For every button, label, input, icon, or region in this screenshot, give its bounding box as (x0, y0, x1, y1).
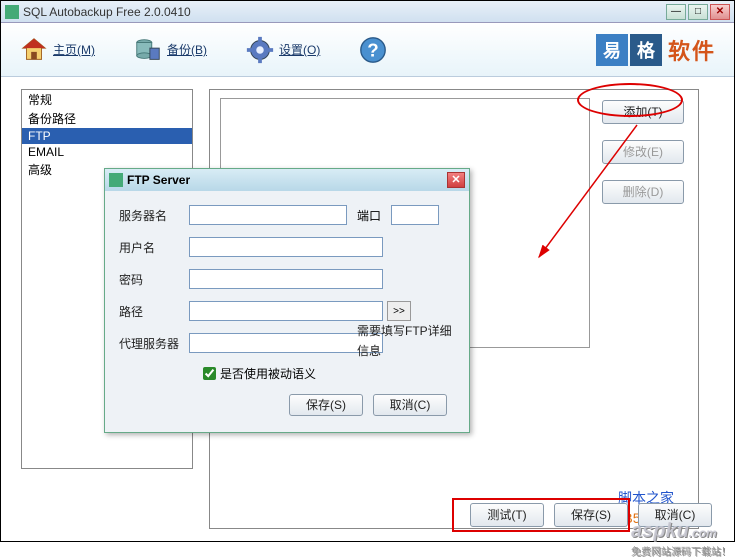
passive-checkbox[interactable] (203, 367, 216, 380)
dialog-close-button[interactable]: ✕ (447, 172, 465, 188)
toolbar-settings-label: 设置(O) (279, 41, 320, 58)
sidebar-item-backup-path[interactable]: 备份路径 (22, 109, 192, 128)
toolbar-backup[interactable]: 备份(B) (133, 35, 207, 65)
modify-button[interactable]: 修改(E) (602, 140, 684, 164)
home-icon (19, 35, 49, 65)
dialog-icon (109, 173, 123, 187)
app-icon (5, 5, 19, 19)
test-button[interactable]: 测试(T) (470, 503, 544, 527)
sidebar-item-ftp[interactable]: FTP (22, 128, 192, 144)
ftp-server-dialog: FTP Server ✕ 服务器名 端口 用户名 密码 路径 >> 代理服务器 … (104, 168, 470, 433)
toolbar-home-label: 主页(M) (53, 41, 95, 58)
label-user: 用户名 (119, 239, 189, 256)
label-port: 端口 (357, 207, 391, 224)
watermark: aspku.com 免费网站源码下载站！ (631, 520, 731, 558)
dialog-titlebar: FTP Server ✕ (105, 169, 469, 191)
sidebar-item-email[interactable]: EMAIL (22, 144, 192, 160)
gear-icon (245, 35, 275, 65)
passive-label: 是否使用被动语义 (220, 365, 316, 382)
dialog-cancel-button[interactable]: 取消(C) (373, 394, 447, 416)
path-input[interactable] (189, 301, 383, 321)
label-proxy: 代理服务器 (119, 335, 189, 352)
maximize-button[interactable]: □ (688, 4, 708, 20)
toolbar-help[interactable]: ? (358, 35, 392, 65)
help-icon: ? (358, 35, 388, 65)
window-titlebar: SQL Autobackup Free 2.0.0410 — □ ✕ (1, 1, 734, 23)
brand-sq1: 易 (596, 34, 628, 66)
minimize-button[interactable]: — (666, 4, 686, 20)
add-button[interactable]: 添加(T) (602, 100, 684, 124)
dialog-title: FTP Server (127, 173, 447, 187)
server-input[interactable] (189, 205, 347, 225)
svg-text:?: ? (368, 39, 379, 60)
main-toolbar: 主页(M) 备份(B) 设置(O) ? 易 格 软件 (1, 23, 734, 77)
label-path: 路径 (119, 303, 189, 320)
sidebar-item-general[interactable]: 常规 (22, 90, 192, 109)
label-password: 密码 (119, 271, 189, 288)
dialog-save-button[interactable]: 保存(S) (289, 394, 363, 416)
close-button[interactable]: ✕ (710, 4, 730, 20)
hint-text: 需要填写FTP详细信息 (357, 321, 453, 361)
label-server: 服务器名 (119, 207, 189, 224)
save-button[interactable]: 保存(S) (554, 503, 628, 527)
toolbar-backup-label: 备份(B) (167, 41, 207, 58)
delete-button[interactable]: 删除(D) (602, 180, 684, 204)
toolbar-settings[interactable]: 设置(O) (245, 35, 320, 65)
password-input[interactable] (189, 269, 383, 289)
window-title: SQL Autobackup Free 2.0.0410 (23, 5, 664, 19)
brand-text: 软件 (668, 34, 716, 66)
toolbar-home[interactable]: 主页(M) (19, 35, 95, 65)
proxy-input[interactable] (189, 333, 383, 353)
brand-sq2: 格 (630, 34, 662, 66)
browse-button[interactable]: >> (387, 301, 411, 321)
backup-icon (133, 35, 163, 65)
brand-logo: 易 格 软件 (596, 34, 716, 66)
user-input[interactable] (189, 237, 383, 257)
port-input[interactable] (391, 205, 439, 225)
